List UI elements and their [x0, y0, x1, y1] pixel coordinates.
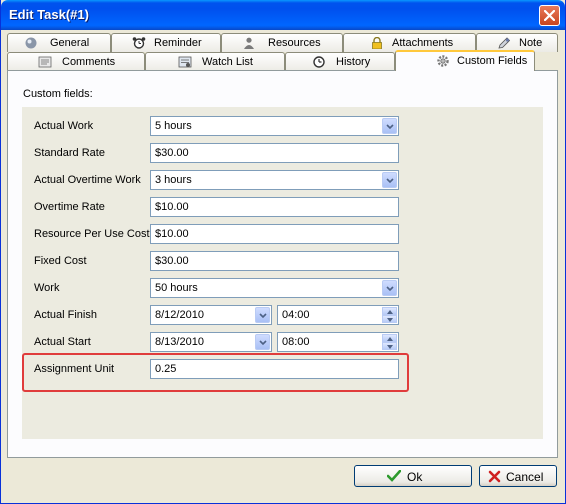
- actual-finish-date-dropdown-button[interactable]: [255, 307, 270, 323]
- tab-reminder[interactable]: Reminder: [111, 33, 221, 52]
- fixed-cost-field[interactable]: $30.00: [150, 251, 399, 271]
- cancel-button-label: Cancel: [506, 470, 544, 484]
- fixed-cost-value: $30.00: [155, 255, 189, 267]
- overtime-rate-field[interactable]: $10.00: [150, 197, 399, 217]
- tab-comments-label: Comments: [62, 56, 116, 68]
- standard-rate-value: $30.00: [155, 147, 189, 159]
- edit-task-window: Edit Task(#1) General Reminder Resources: [0, 0, 566, 504]
- overtime-rate-value: $10.00: [155, 201, 189, 213]
- spin-up-button[interactable]: [382, 334, 397, 342]
- lock-icon: [372, 37, 382, 49]
- tab-resources-label: Resources: [268, 37, 321, 49]
- actual-work-dropdown-button[interactable]: [382, 118, 397, 134]
- field-label-assignment-unit: Assignment Unit: [34, 363, 115, 375]
- resource-per-use-cost-field[interactable]: $10.00: [150, 224, 399, 244]
- close-icon: [544, 10, 555, 21]
- actual-start-time-field[interactable]: 08:00: [277, 332, 399, 352]
- chevron-down-icon: [386, 178, 394, 184]
- tab-watch-list[interactable]: Watch List: [145, 52, 285, 71]
- field-label-actual-work: Actual Work: [34, 120, 94, 132]
- history-icon: [313, 56, 325, 68]
- resource-per-use-cost-value: $10.00: [155, 228, 189, 240]
- tab-note-label: Note: [519, 37, 543, 49]
- spin-down-button[interactable]: [382, 315, 397, 323]
- actual-start-time-value: 08:00: [282, 336, 310, 348]
- pencil-icon: [498, 37, 511, 49]
- actual-start-date-value: 8/13/2010: [155, 336, 204, 348]
- tab-custom-fields[interactable]: Custom Fields: [395, 50, 535, 71]
- actual-overtime-work-dropdown-button[interactable]: [382, 172, 397, 188]
- watch-list-icon: [178, 56, 192, 68]
- actual-finish-date-value: 8/12/2010: [155, 309, 204, 321]
- arrow-up-icon: [387, 337, 393, 341]
- field-label-actual-finish: Actual Finish: [34, 309, 97, 321]
- window-title: Edit Task(#1): [9, 7, 89, 22]
- field-label-resource-per-use-cost: Resource Per Use Cost: [34, 228, 150, 240]
- actual-finish-time-value: 04:00: [282, 309, 310, 321]
- actual-start-date-dropdown-button[interactable]: [255, 334, 270, 350]
- arrow-down-icon: [387, 318, 393, 322]
- tab-history[interactable]: History: [285, 52, 395, 71]
- field-label-standard-rate: Standard Rate: [34, 147, 105, 159]
- alarm-clock-icon: [132, 37, 146, 49]
- assignment-unit-field[interactable]: 0.25: [150, 359, 399, 379]
- cancel-button[interactable]: Cancel: [479, 465, 557, 487]
- checkmark-icon: [387, 470, 401, 482]
- cancel-icon: [488, 470, 501, 483]
- chevron-down-icon: [259, 313, 267, 319]
- comments-icon: [38, 56, 52, 68]
- actual-finish-date-picker[interactable]: 8/12/2010: [150, 305, 272, 325]
- ok-button[interactable]: Ok: [354, 465, 472, 487]
- actual-start-time-spinner[interactable]: [382, 334, 397, 350]
- tab-reminder-label: Reminder: [154, 37, 202, 49]
- actual-work-select[interactable]: 5 hours: [150, 116, 399, 136]
- tab-history-label: History: [336, 56, 371, 68]
- work-select[interactable]: 50 hours: [150, 278, 399, 298]
- actual-finish-time-field[interactable]: 04:00: [277, 305, 399, 325]
- chevron-down-icon: [259, 340, 267, 346]
- chevron-down-icon: [386, 124, 394, 130]
- custom-fields-heading: Custom fields:: [23, 88, 93, 100]
- tab-comments[interactable]: Comments: [7, 52, 145, 71]
- standard-rate-field[interactable]: $30.00: [150, 143, 399, 163]
- tab-general-label: General: [50, 37, 90, 49]
- close-button[interactable]: [539, 5, 560, 26]
- field-label-actual-overtime-work: Actual Overtime Work: [34, 174, 141, 186]
- custom-fields-box: Actual Work 5 hours Standard Rate $30.00…: [22, 107, 543, 439]
- arrow-down-icon: [387, 345, 393, 349]
- work-value: 50 hours: [155, 282, 198, 294]
- tab-resources[interactable]: Resources: [221, 33, 343, 52]
- actual-finish-time-spinner[interactable]: [382, 307, 397, 323]
- spin-up-button[interactable]: [382, 307, 397, 315]
- ok-button-label: Ok: [407, 470, 423, 484]
- field-label-overtime-rate: Overtime Rate: [34, 201, 105, 213]
- actual-overtime-work-value: 3 hours: [155, 174, 192, 186]
- tab-attachments-label: Attachments: [392, 37, 454, 49]
- field-label-fixed-cost: Fixed Cost: [34, 255, 87, 267]
- chevron-down-icon: [386, 286, 394, 292]
- work-dropdown-button[interactable]: [382, 280, 397, 296]
- arrow-up-icon: [387, 310, 393, 314]
- sphere-icon: [25, 37, 37, 49]
- custom-fields-panel: Custom fields: Actual Work 5 hours Stand…: [7, 70, 558, 458]
- actual-overtime-work-select[interactable]: 3 hours: [150, 170, 399, 190]
- person-icon: [244, 37, 254, 49]
- tab-custom-fields-label: Custom Fields: [457, 55, 528, 67]
- assignment-unit-value: 0.25: [155, 363, 177, 375]
- title-bar[interactable]: Edit Task(#1): [1, 0, 565, 30]
- tab-general[interactable]: General: [7, 33, 111, 52]
- field-label-work: Work: [34, 282, 60, 294]
- field-label-actual-start: Actual Start: [34, 336, 91, 348]
- actual-work-value: 5 hours: [155, 120, 192, 132]
- tab-watch-list-label: Watch List: [202, 56, 253, 68]
- actual-start-date-picker[interactable]: 8/13/2010: [150, 332, 272, 352]
- spin-down-button[interactable]: [382, 342, 397, 350]
- gear-icon: [437, 55, 449, 67]
